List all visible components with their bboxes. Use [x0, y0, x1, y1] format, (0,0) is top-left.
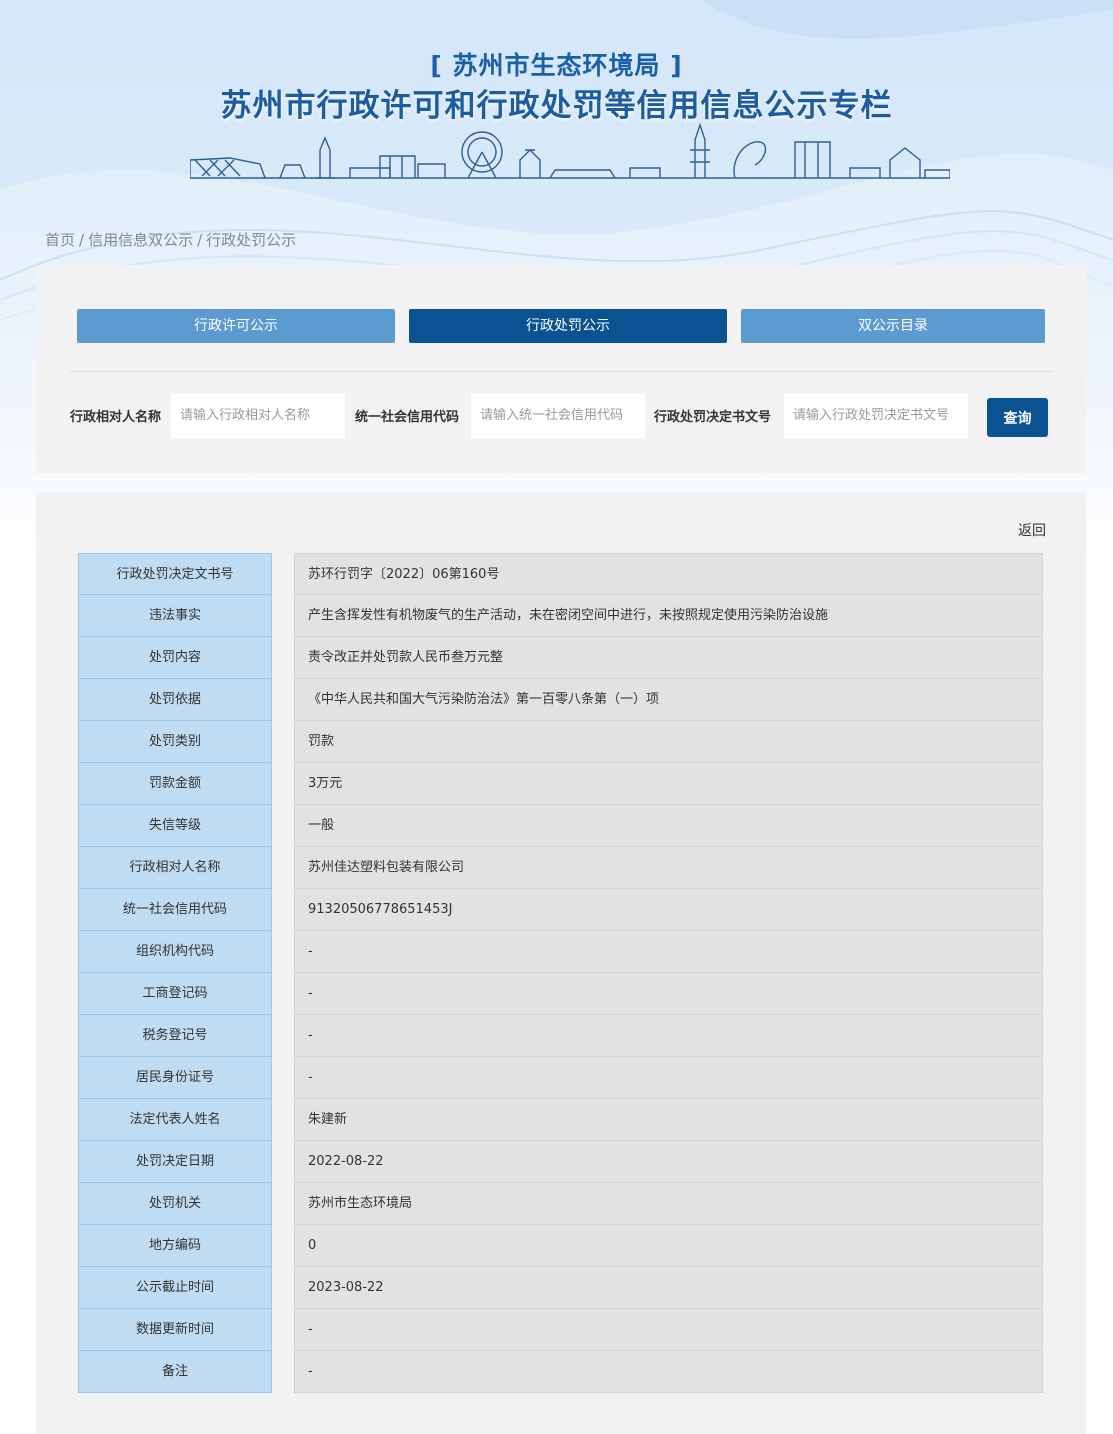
detail-panel: 返回 行政处罚决定文书号 苏环行罚字〔2022〕06第160号 违法事实 产生含挥发性… [36, 492, 1086, 1434]
breadcrumb-current: 行政处罚公示 [206, 231, 297, 249]
field-value: - [294, 931, 1043, 973]
table-row: 罚款金额 3万元 [78, 763, 1043, 805]
field-label: 处罚机关 [78, 1183, 272, 1225]
page-banner-title: 苏州市行政许可和行政处罚等信用信息公示专栏 [220, 88, 893, 124]
table-row: 公示截止时间 2023-08-22 [78, 1267, 1043, 1309]
table-row: 处罚决定日期 2022-08-22 [78, 1141, 1043, 1183]
field-value: 2022-08-22 [294, 1141, 1043, 1183]
table-row: 处罚内容 责令改正并处罚款人民币叁万元整 [78, 637, 1043, 679]
query-button[interactable]: 查询 [987, 398, 1048, 437]
table-row: 税务登记号 - [78, 1015, 1043, 1057]
search-panel: 行政许可公示 行政处罚公示 双公示目录 行政相对人名称 统一社会信用代码 行政处… [36, 265, 1086, 473]
table-row: 处罚类别 罚款 [78, 721, 1043, 763]
table-row: 居民身份证号 - [78, 1057, 1043, 1099]
agency-title: [ 苏州市生态环境局 ] [430, 51, 683, 80]
field-value: 91320506778651453J [294, 889, 1043, 931]
city-skyline-illustration [190, 122, 950, 179]
field-value: 朱建新 [294, 1099, 1043, 1141]
table-row: 行政处罚决定文书号 苏环行罚字〔2022〕06第160号 [78, 553, 1043, 595]
field-value: - [294, 1057, 1043, 1099]
field-value: - [294, 1015, 1043, 1057]
field-value: - [294, 1309, 1043, 1351]
tab-admin-penalty[interactable]: 行政处罚公示 [409, 309, 727, 343]
table-row: 处罚机关 苏州市生态环境局 [78, 1183, 1043, 1225]
field-value: 苏州市生态环境局 [294, 1183, 1043, 1225]
table-row: 数据更新时间 - [78, 1309, 1043, 1351]
field-value: 《中华人民共和国大气污染防治法》第一百零八条第（一）项 [294, 679, 1043, 721]
field-label: 罚款金额 [78, 763, 272, 805]
name-search-input[interactable] [171, 394, 345, 438]
field-value: - [294, 1351, 1043, 1393]
breadcrumb-credit-link[interactable]: 信用信息双公示 [88, 231, 193, 249]
table-row: 失信等级 一般 [78, 805, 1043, 847]
back-link[interactable]: 返回 [1018, 520, 1046, 540]
field-label: 居民身份证号 [78, 1057, 272, 1099]
doc-search-input[interactable] [784, 394, 968, 438]
field-label: 法定代表人姓名 [78, 1099, 272, 1141]
code-field-label: 统一社会信用代码 [355, 410, 460, 425]
field-value: 苏环行罚字〔2022〕06第160号 [294, 553, 1043, 595]
field-label: 备注 [78, 1351, 272, 1393]
field-label: 工商登记码 [78, 973, 272, 1015]
field-label: 违法事实 [78, 595, 272, 637]
breadcrumb: 首页 / 信用信息双公示 / 行政处罚公示 [45, 231, 297, 249]
code-search-input[interactable] [471, 394, 645, 438]
field-value: - [294, 973, 1043, 1015]
field-label: 公示截止时间 [78, 1267, 272, 1309]
field-value: 责令改正并处罚款人民币叁万元整 [294, 637, 1043, 679]
table-row: 地方编码 0 [78, 1225, 1043, 1267]
field-label: 行政相对人名称 [78, 847, 272, 889]
table-row: 组织机构代码 - [78, 931, 1043, 973]
field-label: 处罚依据 [78, 679, 272, 721]
doc-field-label: 行政处罚决定书文号 [654, 410, 772, 425]
field-value: 3万元 [294, 763, 1043, 805]
divider [70, 371, 1052, 372]
field-value: 一般 [294, 805, 1043, 847]
field-label: 处罚类别 [78, 721, 272, 763]
field-value: 罚款 [294, 721, 1043, 763]
field-value: 2023-08-22 [294, 1267, 1043, 1309]
field-label: 税务登记号 [78, 1015, 272, 1057]
table-row: 备注 - [78, 1351, 1043, 1393]
field-label: 处罚决定日期 [78, 1141, 272, 1183]
field-value: 产生含挥发性有机物废气的生产活动，未在密闭空间中进行，未按照规定使用污染防治设施 [294, 595, 1043, 637]
field-label: 组织机构代码 [78, 931, 272, 973]
table-row: 法定代表人姓名 朱建新 [78, 1099, 1043, 1141]
field-value: 苏州佳达塑料包装有限公司 [294, 847, 1043, 889]
table-row: 处罚依据 《中华人民共和国大气污染防治法》第一百零八条第（一）项 [78, 679, 1043, 721]
field-label: 地方编码 [78, 1225, 272, 1267]
table-row: 行政相对人名称 苏州佳达塑料包装有限公司 [78, 847, 1043, 889]
table-row: 工商登记码 - [78, 973, 1043, 1015]
field-label: 行政处罚决定文书号 [78, 553, 272, 595]
breadcrumb-home-link[interactable]: 首页 [45, 231, 75, 249]
table-row: 统一社会信用代码 91320506778651453J [78, 889, 1043, 931]
field-label: 数据更新时间 [78, 1309, 272, 1351]
tab-dual-catalog[interactable]: 双公示目录 [741, 309, 1045, 343]
field-value: 0 [294, 1225, 1043, 1267]
detail-table: 行政处罚决定文书号 苏环行罚字〔2022〕06第160号 违法事实 产生含挥发性有机物… [78, 553, 1043, 1393]
tab-admin-permit[interactable]: 行政许可公示 [77, 309, 395, 343]
field-label: 失信等级 [78, 805, 272, 847]
name-field-label: 行政相对人名称 [70, 410, 162, 425]
field-label: 处罚内容 [78, 637, 272, 679]
field-label: 统一社会信用代码 [78, 889, 272, 931]
table-row: 违法事实 产生含挥发性有机物废气的生产活动，未在密闭空间中进行，未按照规定使用污染… [78, 595, 1043, 637]
